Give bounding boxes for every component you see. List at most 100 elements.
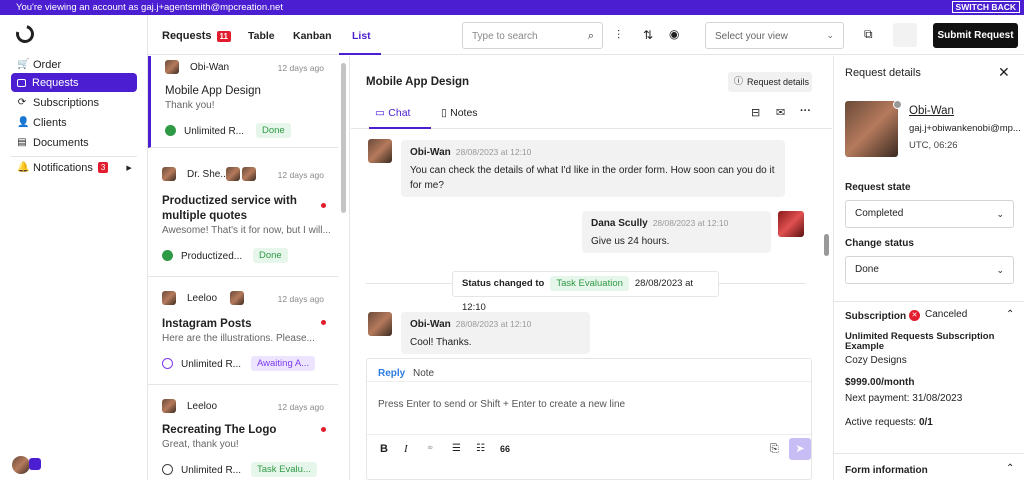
close-icon[interactable]: ✕ — [998, 64, 1010, 81]
user-icon: 👤 — [17, 116, 30, 128]
chat-tabs: ▭ Chat ▯ Notes ⊟ ✉ ··· — [351, 98, 832, 129]
search-input[interactable]: Type to search ⌕ — [462, 22, 603, 49]
tab-reply[interactable]: Reply — [378, 368, 405, 379]
tab-note[interactable]: Note — [413, 368, 434, 379]
message: Dana Scully 28/08/2023 at 12:10 Give us 24… — [582, 211, 771, 253]
sidebar-item-notifications[interactable]: 🔔 Notifications 3 ▶ — [11, 158, 137, 177]
client-time: UTC, 06:26 — [909, 140, 958, 151]
send-button[interactable]: ➤ — [789, 438, 811, 460]
status-badge: Task Evalu... — [251, 462, 317, 477]
list-item[interactable]: Leeloo 12 days ago Instagram Posts Here … — [148, 278, 338, 385]
request-details-button[interactable]: ⓘ Request details — [728, 72, 812, 92]
switch-back-button[interactable]: SWITCH BACK — [951, 1, 1020, 13]
attachment-icon[interactable]: ⎘ — [770, 442, 779, 456]
status-complete-icon — [162, 250, 173, 261]
quote-icon[interactable]: 66 — [500, 444, 510, 454]
chat-scrollbar[interactable] — [824, 234, 829, 256]
submit-request-button[interactable]: Submit Request — [933, 23, 1018, 48]
tab-chat[interactable]: ▭ Chat — [375, 107, 410, 119]
info-icon: ⓘ — [734, 77, 744, 87]
numbered-list-icon[interactable]: ☷ — [476, 443, 485, 454]
form-information-label: Form information — [845, 465, 928, 476]
avatar — [368, 312, 392, 336]
request-details-panel: Request details ✕ Obi-Wan gaj.j+obiwanke… — [833, 56, 1024, 480]
refresh-icon: ⟳ — [17, 96, 27, 108]
client-name[interactable]: Obi-Wan — [909, 105, 954, 117]
list-scrollbar[interactable] — [341, 63, 346, 213]
user-avatar[interactable] — [12, 456, 30, 474]
divider — [834, 453, 1024, 454]
divider — [367, 434, 811, 435]
subscription-status: ✕ Canceled — [909, 309, 967, 321]
avatar — [230, 291, 244, 305]
mail-icon[interactable]: ✉ — [776, 106, 785, 119]
chevron-up-icon[interactable]: ⌃ — [1006, 309, 1014, 320]
status-badge: Done — [253, 248, 288, 263]
chat-panel: Mobile App Design ⓘ Request details ▭ Cha… — [351, 56, 832, 480]
divider — [834, 301, 1024, 302]
bullet-list-icon[interactable]: ☰ — [452, 443, 461, 454]
list-item[interactable]: Leeloo 12 days ago Recreating The Logo G… — [148, 386, 338, 480]
sidebar: 🛒 Order Requests ⟳ Subscriptions 👤 Clients … — [0, 15, 148, 480]
active-requests: Active requests: 0/1 — [845, 417, 933, 428]
tab-list[interactable]: List — [352, 30, 371, 42]
user-filter-icon[interactable]: ◉ — [669, 27, 679, 41]
tab-kanban[interactable]: Kanban — [293, 30, 332, 42]
list-item[interactable]: Dr. She... 12 days ago Productized servi… — [148, 149, 338, 277]
change-status-select[interactable]: Done ⌄ — [845, 256, 1014, 284]
cart-icon: 🛒 — [17, 58, 30, 70]
impersonation-banner: You're viewing an account as gaj.j+agent… — [0, 0, 1024, 15]
sidebar-item-order[interactable]: 🛒 Order — [11, 55, 137, 74]
status-pending-icon — [162, 358, 173, 369]
list-item[interactable]: Obi-Wan 12 days ago Mobile App Design Th… — [148, 56, 338, 148]
subscription-price: $999.00/month — [845, 377, 915, 388]
columns-icon[interactable]: ⧉ — [864, 27, 873, 42]
chat-title: Mobile App Design — [366, 76, 470, 88]
italic-icon[interactable]: I — [404, 443, 408, 455]
message-composer: Reply Note Press Enter to send or Shift … — [366, 358, 812, 480]
filter-icon[interactable]: ⫶ — [617, 28, 620, 43]
chevron-up-icon[interactable]: ⌃ — [1006, 463, 1014, 474]
notes-icon: ▯ — [441, 107, 451, 119]
tab-notes[interactable]: ▯ Notes — [441, 107, 478, 119]
bell-icon: 🔔 — [17, 161, 30, 173]
sort-icon[interactable]: ⇅ — [643, 28, 653, 42]
avatar — [778, 211, 804, 237]
status-complete-icon — [165, 125, 176, 136]
status-badge: Awaiting A... — [251, 356, 316, 371]
notifications-badge: 3 — [97, 162, 109, 173]
message: Obi-Wan 28/08/2023 at 12:10 Cool! Thanks. — [401, 312, 590, 354]
chevron-down-icon: ⌄ — [996, 209, 1004, 219]
more-icon[interactable]: ··· — [800, 105, 811, 117]
client-email: gaj.j+obiwankenobi@mp... — [909, 123, 1021, 134]
switch-account-icon[interactable] — [29, 458, 41, 470]
archive-icon[interactable]: ⊟ — [751, 106, 760, 119]
status-badge: Done — [256, 123, 291, 138]
link-icon[interactable]: ⚭ — [426, 443, 434, 454]
subscription-label: Subscription — [845, 311, 907, 322]
avatar — [165, 60, 179, 74]
sidebar-item-clients[interactable]: 👤 Clients — [11, 113, 137, 132]
page-title: Requests 11 — [162, 30, 231, 42]
top-bar: Requests 11 Table Kanban List Type to sea… — [148, 15, 1024, 55]
bold-icon[interactable]: B — [380, 443, 388, 455]
canceled-icon: ✕ — [909, 310, 920, 321]
save-icon[interactable] — [893, 23, 917, 47]
chat-icon: ▭ — [375, 107, 389, 119]
request-state-select[interactable]: Completed ⌄ — [845, 200, 1014, 228]
sidebar-item-requests[interactable]: Requests — [11, 73, 137, 92]
message-input[interactable]: Press Enter to send or Shift + Enter to … — [378, 399, 625, 410]
tab-table[interactable]: Table — [248, 30, 275, 42]
logo-icon — [12, 21, 38, 47]
view-select[interactable]: Select your view ⌄ — [705, 22, 844, 49]
sidebar-item-documents[interactable]: ▤ Documents — [11, 133, 137, 152]
presence-dot — [893, 100, 902, 109]
clock-icon — [162, 464, 173, 475]
active-tab-indicator — [369, 127, 431, 129]
unread-dot — [321, 427, 326, 432]
divider — [367, 381, 811, 382]
divider — [11, 156, 137, 157]
status-change-event: Status changed to Task Evaluation 28/08/20… — [452, 271, 719, 313]
sidebar-item-subscriptions[interactable]: ⟳ Subscriptions — [11, 93, 137, 112]
active-tab-indicator — [339, 53, 381, 55]
